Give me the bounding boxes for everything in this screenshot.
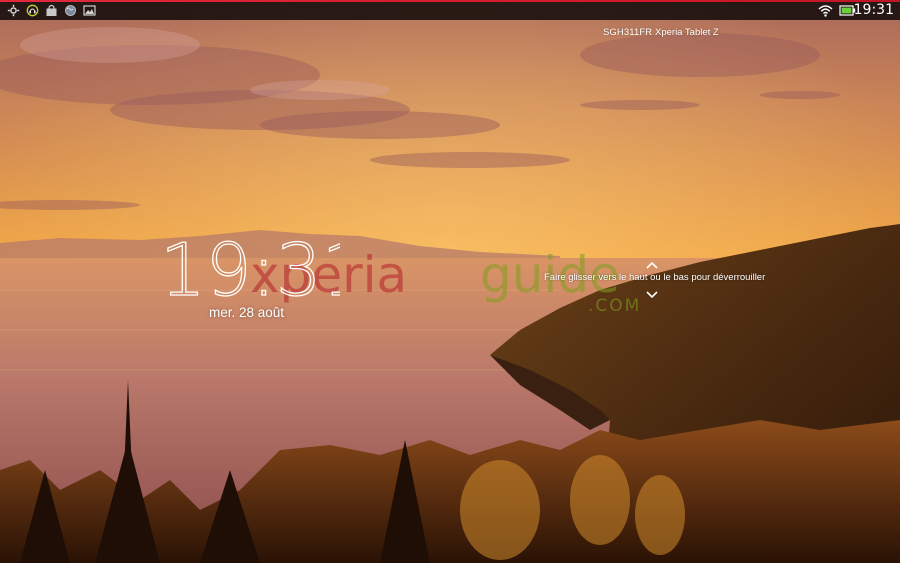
store-bag-icon <box>46 4 57 16</box>
lock-screen[interactable]: 19:31 SGH311FR Xperia Tablet Z xperia gu… <box>0 0 900 563</box>
headset-icon <box>26 4 39 17</box>
watermark-com-text: .COM <box>588 296 641 316</box>
status-bar-clock: 19:31 <box>853 2 894 18</box>
chevron-down-icon[interactable] <box>645 290 659 300</box>
gallery-icon <box>83 5 96 16</box>
settings-icon <box>7 4 20 17</box>
lockscreen-clock-text: 19:31 <box>160 228 340 304</box>
carrier-name: SGH311FR <box>603 27 653 38</box>
lockscreen-clock: 19:31 <box>160 227 340 304</box>
device-name: Xperia Tablet Z <box>655 27 719 38</box>
status-bar: 19:31 <box>0 0 900 20</box>
lockscreen-date: mer. 28 août <box>209 305 285 320</box>
chevron-up-icon[interactable] <box>645 260 659 270</box>
unlock-hint-text: Faire glisser vers le haut ou le bas pou… <box>544 272 766 283</box>
status-bar-accent <box>0 0 900 2</box>
globe-icon <box>65 5 76 16</box>
wifi-icon <box>818 5 833 17</box>
